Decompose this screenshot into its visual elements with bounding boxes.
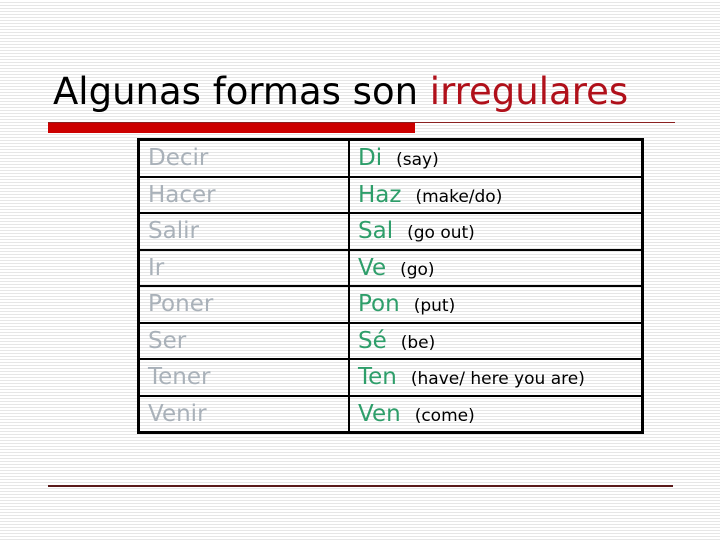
imperative-form: Ven [358,400,401,427]
imperative-cell: Sal (go out) [348,212,644,251]
imperative-cell: Pon (put) [348,285,644,324]
table-row: Decir Di (say) [137,138,644,178]
infinitive-cell: Tener [137,358,350,397]
imperative-form: Pon [358,291,400,318]
infinitive-cell: Ser [137,321,350,360]
imperative-form: Sé [358,327,387,354]
title-accent: irregulares [429,70,629,113]
table-row: Tener Ten (have/ here you are) [137,358,644,397]
imperative-cell: Di (say) [348,138,644,178]
imperative-cell: Ve (go) [348,248,644,287]
english-gloss: (go out) [407,223,475,244]
imperative-form: Ten [358,364,397,391]
english-gloss: (go) [400,259,435,280]
table-row: Venir Ven (come) [137,394,644,434]
imperative-cell: Haz (make/do) [348,175,644,214]
english-gloss: (come) [414,405,475,426]
english-gloss: (say) [396,150,439,171]
footer-rule [48,485,673,487]
imperative-cell: Ven (come) [348,394,644,434]
english-gloss: (put) [413,296,456,317]
table-row: Hacer Haz (make/do) [137,175,644,214]
infinitive-cell: Venir [137,394,350,434]
table-row: Salir Sal (go out) [137,212,644,251]
title-underline-accent-bar [48,123,415,133]
title-main: Algunas formas son [53,70,430,113]
table-row: Ir Ve (go) [137,248,644,287]
english-gloss: (make/do) [415,186,503,207]
table-row: Poner Pon (put) [137,285,644,324]
infinitive-cell: Decir [137,138,350,178]
irregular-verbs-table: Decir Di (say) Hacer Haz (make/do) Salir Sal (go… [137,138,644,434]
infinitive-cell: Poner [137,285,350,324]
imperative-form: Di [358,145,383,172]
english-gloss: (be) [400,332,436,353]
slide-title: Algunas formas son irregulares [53,70,628,113]
imperative-form: Haz [358,181,402,208]
english-gloss: (have/ here you are) [410,369,585,390]
imperative-cell: Ten (have/ here you are) [348,358,644,397]
imperative-form: Ve [358,254,387,281]
infinitive-cell: Salir [137,212,350,251]
imperative-cell: Sé (be) [348,321,644,360]
table-row: Ser Sé (be) [137,321,644,360]
infinitive-cell: Ir [137,248,350,287]
imperative-form: Sal [358,218,394,245]
infinitive-cell: Hacer [137,175,350,214]
